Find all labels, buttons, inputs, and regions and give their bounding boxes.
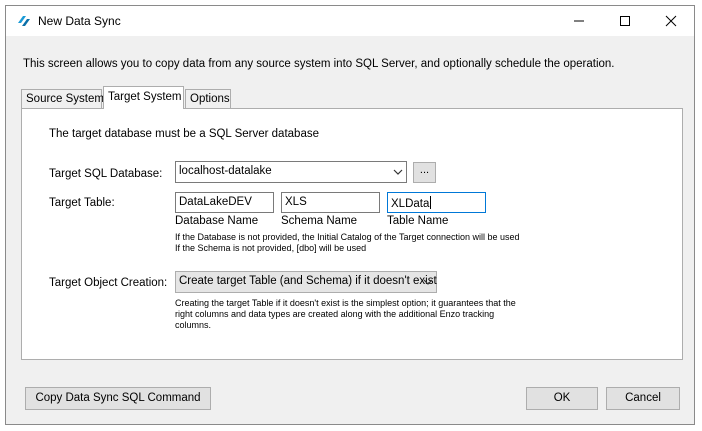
- minimize-icon: [574, 20, 584, 22]
- database-name-caption: Database Name: [175, 215, 259, 227]
- text-caret: [430, 196, 432, 209]
- table-name-input[interactable]: XLData: [387, 192, 486, 213]
- title-bar: New Data Sync: [6, 6, 694, 36]
- close-icon: [665, 15, 677, 27]
- dialog-description: This screen allows you to copy data from…: [23, 58, 615, 70]
- table-name-value: XLData: [391, 198, 430, 210]
- close-button[interactable]: [648, 6, 694, 36]
- target-database-select[interactable]: localhost-datalake: [175, 161, 407, 183]
- schema-name-input[interactable]: XLS: [281, 192, 380, 213]
- target-table-label: Target Table:: [49, 197, 115, 209]
- ok-button[interactable]: OK: [526, 387, 598, 410]
- database-name-input[interactable]: DataLakeDEV: [175, 192, 274, 213]
- target-object-creation-label: Target Object Creation:: [49, 277, 168, 289]
- app-logo-icon: [17, 14, 31, 28]
- cancel-button[interactable]: Cancel: [606, 387, 680, 410]
- table-name-caption: Table Name: [387, 215, 449, 227]
- creation-help-line-2: right columns and data types are created…: [175, 309, 495, 319]
- schema-name-caption: Schema Name: [281, 215, 358, 227]
- chevron-down-icon: [423, 279, 433, 285]
- target-database-value: localhost-datalake: [179, 165, 272, 177]
- tab-options[interactable]: Options: [185, 89, 231, 108]
- creation-help-line-1: Creating the target Table if it doesn't …: [175, 298, 516, 308]
- maximize-icon: [620, 16, 630, 26]
- target-object-creation-select[interactable]: Create target Table (and Schema) if it d…: [175, 271, 437, 293]
- schema-name-value: XLS: [285, 196, 307, 208]
- schema-note: If the Schema is not provided, [dbo] wil…: [175, 243, 367, 253]
- window-title: New Data Sync: [38, 14, 121, 28]
- creation-help-line-3: columns.: [175, 320, 212, 330]
- chevron-down-icon: [393, 169, 403, 175]
- tab-source-system[interactable]: Source System: [21, 89, 104, 108]
- target-system-panel: The target database must be a SQL Server…: [21, 108, 683, 360]
- database-note: If the Database is not provided, the Ini…: [175, 232, 520, 242]
- tab-target-system[interactable]: Target System: [103, 86, 184, 109]
- target-intro-text: The target database must be a SQL Server…: [49, 128, 319, 140]
- database-name-value: DataLakeDEV: [179, 196, 252, 208]
- target-object-creation-value: Create target Table (and Schema) if it d…: [179, 275, 437, 287]
- copy-sql-command-button[interactable]: Copy Data Sync SQL Command: [25, 387, 211, 410]
- maximize-button[interactable]: [602, 6, 648, 36]
- target-database-label: Target SQL Database:: [49, 168, 163, 180]
- minimize-button[interactable]: [556, 6, 602, 36]
- new-data-sync-dialog: New Data Sync This screen allows you to …: [5, 5, 695, 425]
- browse-database-button[interactable]: ...: [413, 162, 436, 183]
